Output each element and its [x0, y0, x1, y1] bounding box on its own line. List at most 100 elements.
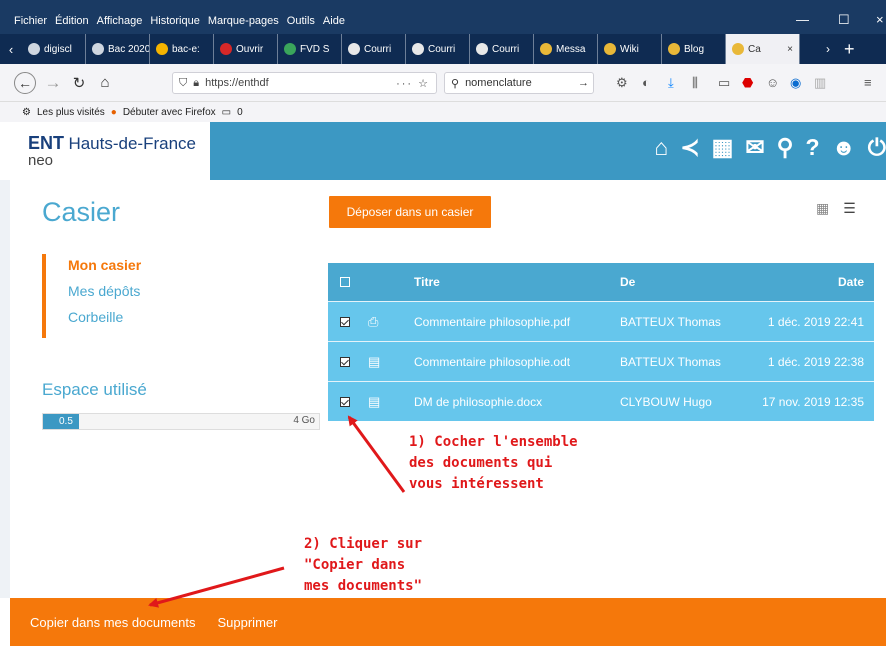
menu-aide[interactable]: Aide: [323, 15, 345, 27]
sidebar-icon[interactable]: ▭: [718, 75, 730, 91]
bookmark-getting-started[interactable]: Débuter avec Firefox: [123, 107, 216, 118]
column-title[interactable]: Titre: [414, 275, 620, 289]
tab-label: Wiki: [620, 43, 639, 55]
delete-button[interactable]: Supprimer: [217, 615, 277, 630]
browser-tab[interactable]: FVD S: [278, 34, 342, 64]
row-checkbox[interactable]: [340, 316, 350, 327]
nav-mes-depots[interactable]: Mes dépôts: [68, 280, 141, 306]
select-all-checkbox[interactable]: [340, 277, 350, 287]
share-icon[interactable]: ≺: [680, 134, 699, 161]
browser-tab[interactable]: Courri: [342, 34, 406, 64]
storage-max: 4 Go: [293, 415, 315, 426]
row-title[interactable]: DM de philosophie.docx: [414, 395, 620, 409]
help-icon[interactable]: ?: [806, 134, 820, 161]
menu-fichier[interactable]: Fichier: [14, 15, 47, 27]
user-icon[interactable]: ☻: [832, 134, 856, 161]
tabs-scroll-left-icon[interactable]: ‹: [0, 42, 22, 57]
browser-tab[interactable]: bac-e:: [150, 34, 214, 64]
account-icon[interactable]: ☺: [766, 75, 779, 90]
browser-menubar: Fichier Édition Affichage Historique Mar…: [14, 15, 345, 27]
column-from[interactable]: De: [620, 275, 740, 289]
url-text: https://enthdf: [205, 77, 269, 89]
tab-favicon-icon: [348, 43, 360, 55]
reader-icon[interactable]: ▥: [814, 75, 826, 91]
maximize-icon[interactable]: ☐: [838, 12, 850, 28]
search-icon[interactable]: ⚲: [777, 134, 794, 161]
power-icon[interactable]: ⏻: [868, 134, 886, 161]
tab-label: Blog: [684, 43, 705, 55]
browser-tab[interactable]: Ca ×: [726, 34, 800, 64]
shield-icon[interactable]: ⛉: [179, 77, 187, 90]
row-checkbox[interactable]: [340, 356, 350, 367]
bookmark-folder[interactable]: 0: [237, 107, 243, 118]
home-icon[interactable]: ⌂: [654, 134, 668, 161]
column-date[interactable]: Date: [740, 275, 874, 289]
close-tab-icon[interactable]: ×: [787, 44, 793, 55]
nav-corbeille[interactable]: Corbeille: [68, 306, 141, 332]
annotation-1-line-1: 1) Cocher l'ensemble: [409, 434, 578, 450]
row-title[interactable]: Commentaire philosophie.pdf: [414, 315, 620, 329]
extension-icon[interactable]: ⚙: [616, 75, 628, 91]
document-file-icon: ▤: [368, 353, 381, 369]
minimize-icon[interactable]: —: [796, 12, 809, 27]
menu-affichage[interactable]: Affichage: [97, 15, 143, 27]
reload-icon[interactable]: ↻: [68, 74, 90, 92]
tab-strip: ‹ digiscl Bac 2020 : bac-e: Ouvrir FVD S Cour…: [0, 34, 886, 64]
tab-favicon-icon: [92, 43, 104, 55]
storage-title: Espace utilisé: [42, 380, 147, 399]
mail-icon[interactable]: ✉: [745, 134, 764, 161]
deposit-button[interactable]: Déposer dans un casier: [329, 196, 491, 228]
browser-tab[interactable]: Bac 2020 :: [86, 34, 150, 64]
browser-tab[interactable]: Wiki: [598, 34, 662, 64]
extension-2-icon[interactable]: ◐: [642, 75, 650, 90]
folder-icon: ▭: [221, 106, 232, 118]
grid-view-icon[interactable]: ▦: [816, 200, 829, 217]
row-checkbox[interactable]: [340, 396, 350, 407]
hamburger-menu-icon[interactable]: ≡: [864, 75, 872, 90]
table-row[interactable]: ▤ DM de philosophie.docx CLYBOUW Hugo 17 no…: [328, 381, 874, 421]
download-icon[interactable]: ⤓: [668, 75, 674, 91]
lock-icon: 🔒︎: [193, 76, 200, 89]
page-actions-icon[interactable]: ··· ☆: [396, 77, 430, 90]
library-icon[interactable]: ⫼: [692, 75, 698, 91]
logo-neo: neo: [28, 152, 54, 169]
nav-mon-casier[interactable]: Mon casier: [68, 254, 141, 280]
tab-label: Ouvrir: [236, 43, 264, 55]
search-go-icon[interactable]: →: [578, 77, 589, 89]
url-bar[interactable]: ⛉ 🔒︎ https://enthdf ··· ☆: [172, 72, 437, 94]
browser-tab[interactable]: Messa: [534, 34, 598, 64]
tab-favicon-icon: [412, 43, 424, 55]
tab-list: digiscl Bac 2020 : bac-e: Ouvrir FVD S Courri…: [22, 34, 820, 64]
side-navigation: Mon casier Mes dépôts Corbeille: [42, 254, 141, 338]
search-text: nomenclature: [465, 77, 532, 89]
annotation-1-line-2: des documents qui: [409, 455, 553, 471]
search-bar[interactable]: ⚲ nomenclature →: [444, 72, 594, 94]
new-tab-icon[interactable]: +: [844, 39, 855, 60]
menu-historique[interactable]: Historique: [150, 15, 200, 27]
back-icon[interactable]: ←: [14, 71, 36, 94]
browser-tab[interactable]: Blog: [662, 34, 726, 64]
close-window-icon[interactable]: ×: [876, 12, 884, 27]
table-row[interactable]: ⎙ Commentaire philosophie.pdf BATTEUX Thom…: [328, 301, 874, 341]
forward-icon[interactable]: →: [42, 73, 64, 93]
storage-used-fill: 0.5: [43, 414, 79, 429]
browser-tab[interactable]: Courri: [406, 34, 470, 64]
menu-marque-pages[interactable]: Marque-pages: [208, 15, 279, 27]
table-row[interactable]: ▤ Commentaire philosophie.odt BATTEUX Thom…: [328, 341, 874, 381]
annotation-2-line-1: 2) Cliquer sur: [304, 536, 423, 552]
bookmark-most-visited[interactable]: Les plus visités: [37, 107, 105, 118]
extension-3-icon[interactable]: ◉: [790, 75, 801, 91]
browser-tab[interactable]: digiscl: [22, 34, 86, 64]
ent-logo[interactable]: ENT Hauts-de-France neo: [10, 122, 210, 180]
tabs-scroll-right-icon[interactable]: ›: [826, 42, 830, 56]
browser-tab[interactable]: Courri: [470, 34, 534, 64]
menu-outils[interactable]: Outils: [287, 15, 315, 27]
menu-edition[interactable]: Édition: [55, 15, 89, 27]
copy-to-documents-button[interactable]: Copier dans mes documents: [30, 615, 195, 630]
home-icon[interactable]: ⌂: [94, 74, 116, 91]
apps-grid-icon[interactable]: ▦: [712, 134, 734, 161]
browser-tab[interactable]: Ouvrir: [214, 34, 278, 64]
list-view-icon[interactable]: ☰: [843, 200, 856, 217]
row-title[interactable]: Commentaire philosophie.odt: [414, 355, 620, 369]
adblock-icon[interactable]: ⬣: [742, 75, 753, 91]
